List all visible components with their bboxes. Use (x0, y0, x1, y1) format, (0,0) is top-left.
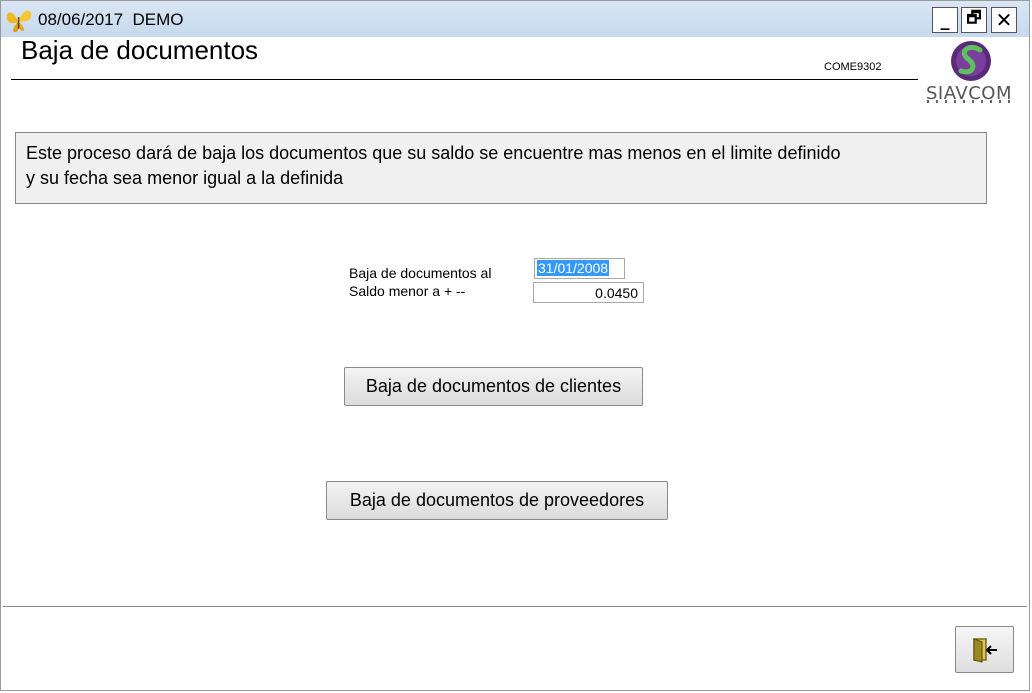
info-box: Este proceso dará de baja los documentos… (15, 132, 987, 204)
form-code: COME9302 (824, 61, 882, 73)
exit-button[interactable] (955, 626, 1014, 673)
header-divider (11, 79, 918, 80)
date-label: Baja de documentos al (349, 265, 492, 281)
saldo-input[interactable]: 0.0450 (533, 282, 644, 303)
saldo-label: Saldo menor a + -- (349, 283, 466, 299)
close-icon: ✕ (995, 8, 1013, 32)
close-button[interactable]: ✕ (991, 7, 1017, 33)
title-bar[interactable]: 08/06/2017 DEMO _ 🗗 ✕ (1, 1, 1029, 37)
info-line-2: y su fecha sea menor igual a la definida (26, 168, 344, 188)
minimize-button[interactable]: _ (932, 7, 958, 33)
page-title: Baja de documentos (21, 35, 259, 65)
exit-door-icon (972, 637, 997, 663)
baja-proveedores-button[interactable]: Baja de documentos de proveedores (326, 481, 668, 520)
baja-clientes-button[interactable]: Baja de documentos de clientes (344, 367, 643, 406)
window-title: 08/06/2017 DEMO (38, 10, 184, 29)
minimize-icon: _ (940, 9, 950, 31)
footer-divider (3, 606, 1027, 607)
info-line-1: Este proceso dará de baja los documentos… (26, 143, 841, 163)
butterfly-icon (6, 10, 32, 33)
restore-button[interactable]: 🗗 (961, 7, 987, 33)
date-input[interactable]: 31/01/2008 (534, 258, 625, 279)
date-input-value: 31/01/2008 (537, 260, 610, 276)
logo-subtext-decoration (927, 100, 1015, 103)
restore-icon: 🗗 (966, 7, 982, 27)
app-window: 08/06/2017 DEMO _ 🗗 ✕ Baja de documentos… (0, 0, 1030, 691)
